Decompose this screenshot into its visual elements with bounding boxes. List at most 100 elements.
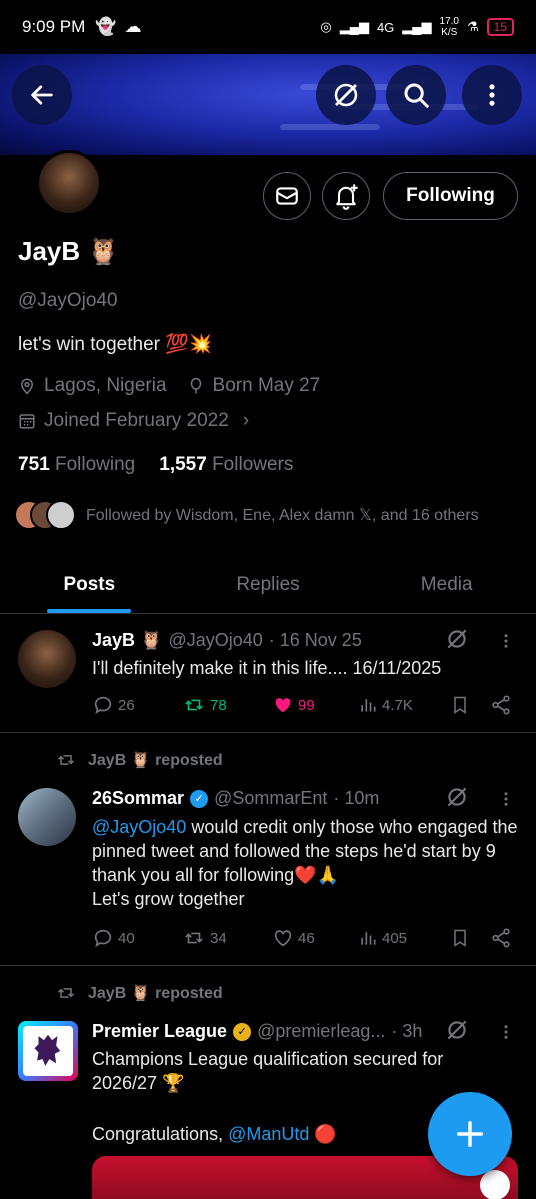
views-icon: [361, 699, 376, 712]
more-button[interactable]: [462, 65, 522, 125]
post-time: · 10m: [333, 788, 380, 808]
status-bar: 9:09 PM 👻 ☁ ◎ ▂▄▆ 4G ▂▄▆ 17.0 K/S ⚗ 15: [0, 0, 536, 54]
grok-icon: [334, 83, 358, 107]
search-icon: [404, 83, 429, 108]
post-handle: @premierleag...: [257, 1021, 386, 1041]
lion-icon: [34, 1034, 61, 1066]
post-time: · 16 Nov 25: [268, 630, 362, 650]
snapchat-icon: 👻: [95, 17, 117, 36]
tab-replies[interactable]: Replies: [179, 556, 358, 613]
post-more-button[interactable]: [497, 788, 515, 815]
arrow-left-icon: [31, 85, 53, 105]
profile-location: Lagos, Nigeria: [44, 375, 167, 396]
battery-indicator: 15: [486, 18, 514, 36]
reply-icon: [94, 929, 112, 948]
post-text-suffix: 🔴: [309, 1124, 337, 1144]
owl-emoji: 🦉: [87, 236, 120, 266]
cloud-icon: ☁: [124, 17, 142, 36]
like-button[interactable]: 99: [272, 694, 358, 716]
divider: [0, 732, 536, 733]
profile-joined-row[interactable]: Joined February 2022 ›: [18, 410, 249, 432]
following-link[interactable]: 751 Following: [18, 454, 135, 476]
followed-by-text: Followed by Wisdom, Ene, Alex damn 𝕏, an…: [86, 507, 479, 524]
followed-by-avatars: [14, 500, 76, 530]
tab-media[interactable]: Media: [357, 556, 536, 613]
grok-button[interactable]: [316, 65, 376, 125]
share-icon: [492, 928, 510, 948]
post-author[interactable]: JayB 🦉: [92, 630, 162, 651]
post-text: @JayOjo40 would credit only those who en…: [92, 815, 522, 911]
mention-link[interactable]: @JayOjo40: [92, 817, 186, 837]
signal-icon-2: ▂▄▆: [402, 19, 432, 34]
following-count: 751: [18, 454, 50, 475]
repost-by-text[interactable]: JayB 🦉 reposted: [88, 750, 223, 770]
share-button[interactable]: [490, 694, 512, 716]
more-vertical-icon: [504, 634, 508, 648]
bookmark-button[interactable]: [450, 694, 490, 716]
repost-icon: [185, 932, 203, 944]
grok-post-button[interactable]: [444, 784, 470, 815]
status-time: 9:09 PM: [22, 17, 86, 36]
like-button[interactable]: 46: [272, 927, 358, 949]
post-more-button[interactable]: [497, 1021, 515, 1048]
repost-button[interactable]: 34: [182, 927, 272, 949]
profile-handle: @JayOjo40: [18, 290, 118, 311]
post-author[interactable]: Premier League: [92, 1021, 227, 1042]
post-author[interactable]: 26Sommar: [92, 788, 184, 809]
profile-banner: [0, 54, 536, 155]
back-button[interactable]: [12, 65, 72, 125]
profile-bio: let's win together 💯💥: [18, 334, 213, 355]
message-button[interactable]: [263, 172, 311, 220]
views-button[interactable]: 405: [358, 928, 450, 948]
bookmark-button[interactable]: [450, 927, 490, 949]
post-avatar[interactable]: [18, 1021, 78, 1081]
post-text-line2: Let's grow together: [92, 889, 245, 909]
notify-button[interactable]: [322, 172, 370, 220]
post-text: I'll definitely make it in this life....…: [92, 658, 442, 678]
tab-posts[interactable]: Posts: [0, 556, 179, 613]
avatar: [46, 500, 76, 530]
heart-icon: [274, 930, 292, 947]
profile-name: JayB 🦉: [18, 236, 120, 267]
reply-count: 40: [118, 929, 135, 947]
post-actions: 26 78 99 4.7K: [92, 694, 512, 716]
post-header: 26Sommar ✓ @SommarEnt · 10m: [92, 788, 379, 809]
more-vertical-icon: [489, 84, 495, 106]
share-button[interactable]: [490, 927, 512, 949]
views-icon: [361, 932, 376, 945]
post-more-button[interactable]: [497, 630, 515, 657]
post-header: JayB 🦉 @JayOjo40 · 16 Nov 25: [92, 630, 362, 651]
post-actions: 40 34 46 405: [92, 927, 512, 949]
post-avatar[interactable]: [18, 788, 76, 846]
bookmark-icon: [454, 929, 466, 947]
like-count: 46: [298, 929, 315, 947]
plus-icon: [456, 1120, 484, 1148]
repost-button[interactable]: 78: [182, 694, 272, 716]
follow-counts: 751 Following 1,557 Followers: [18, 454, 293, 476]
grok-post-button[interactable]: [444, 1017, 470, 1048]
more-vertical-icon: [504, 792, 508, 806]
reply-button[interactable]: 40: [92, 927, 182, 949]
compose-button[interactable]: [428, 1092, 512, 1176]
verified-gold-badge-icon: ✓: [233, 1022, 252, 1041]
followers-link[interactable]: 1,557 Followers: [159, 454, 293, 476]
divider: [0, 965, 536, 966]
post-avatar[interactable]: [18, 630, 76, 688]
repost-by-text[interactable]: JayB 🦉 reposted: [88, 983, 223, 1003]
profile-avatar[interactable]: [36, 150, 102, 216]
repost-icon: [57, 988, 75, 998]
reply-button[interactable]: 26: [92, 694, 182, 716]
more-vertical-icon: [504, 1025, 508, 1039]
following-button[interactable]: Following: [383, 172, 518, 220]
followed-by[interactable]: Followed by Wisdom, Ene, Alex damn 𝕏, an…: [14, 500, 479, 530]
post-handle: @SommarEnt: [214, 788, 328, 808]
mention-link[interactable]: @ManUtd: [228, 1124, 309, 1144]
post-time: · 3h: [391, 1021, 423, 1041]
search-button[interactable]: [386, 65, 446, 125]
views-button[interactable]: 4.7K: [358, 695, 450, 715]
repost-indicator: JayB 🦉 reposted: [54, 983, 223, 1003]
post-text-line2: Congratulations, @ManUtd 🔴: [92, 1122, 337, 1146]
grok-post-button[interactable]: [444, 626, 470, 657]
bookmark-icon: [454, 696, 466, 714]
reply-icon: [94, 696, 112, 715]
